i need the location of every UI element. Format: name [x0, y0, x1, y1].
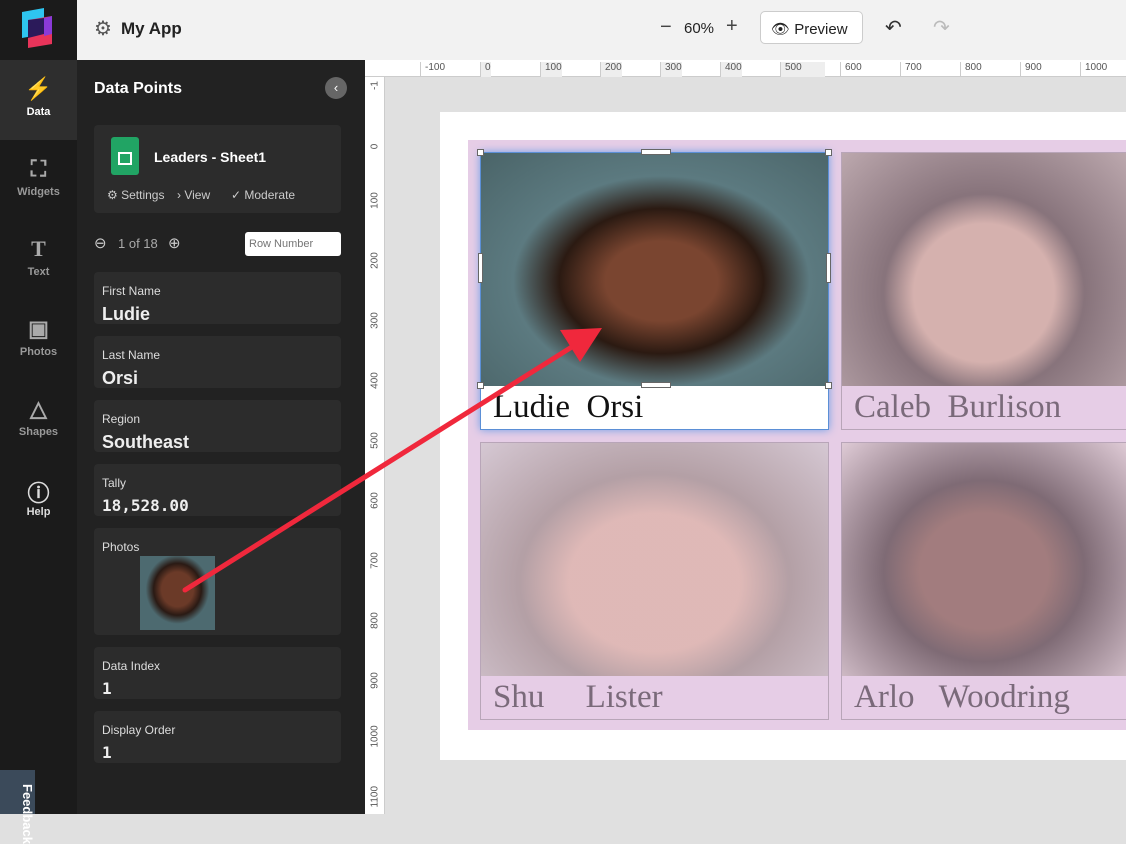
annotation-arrow: [182, 328, 602, 593]
